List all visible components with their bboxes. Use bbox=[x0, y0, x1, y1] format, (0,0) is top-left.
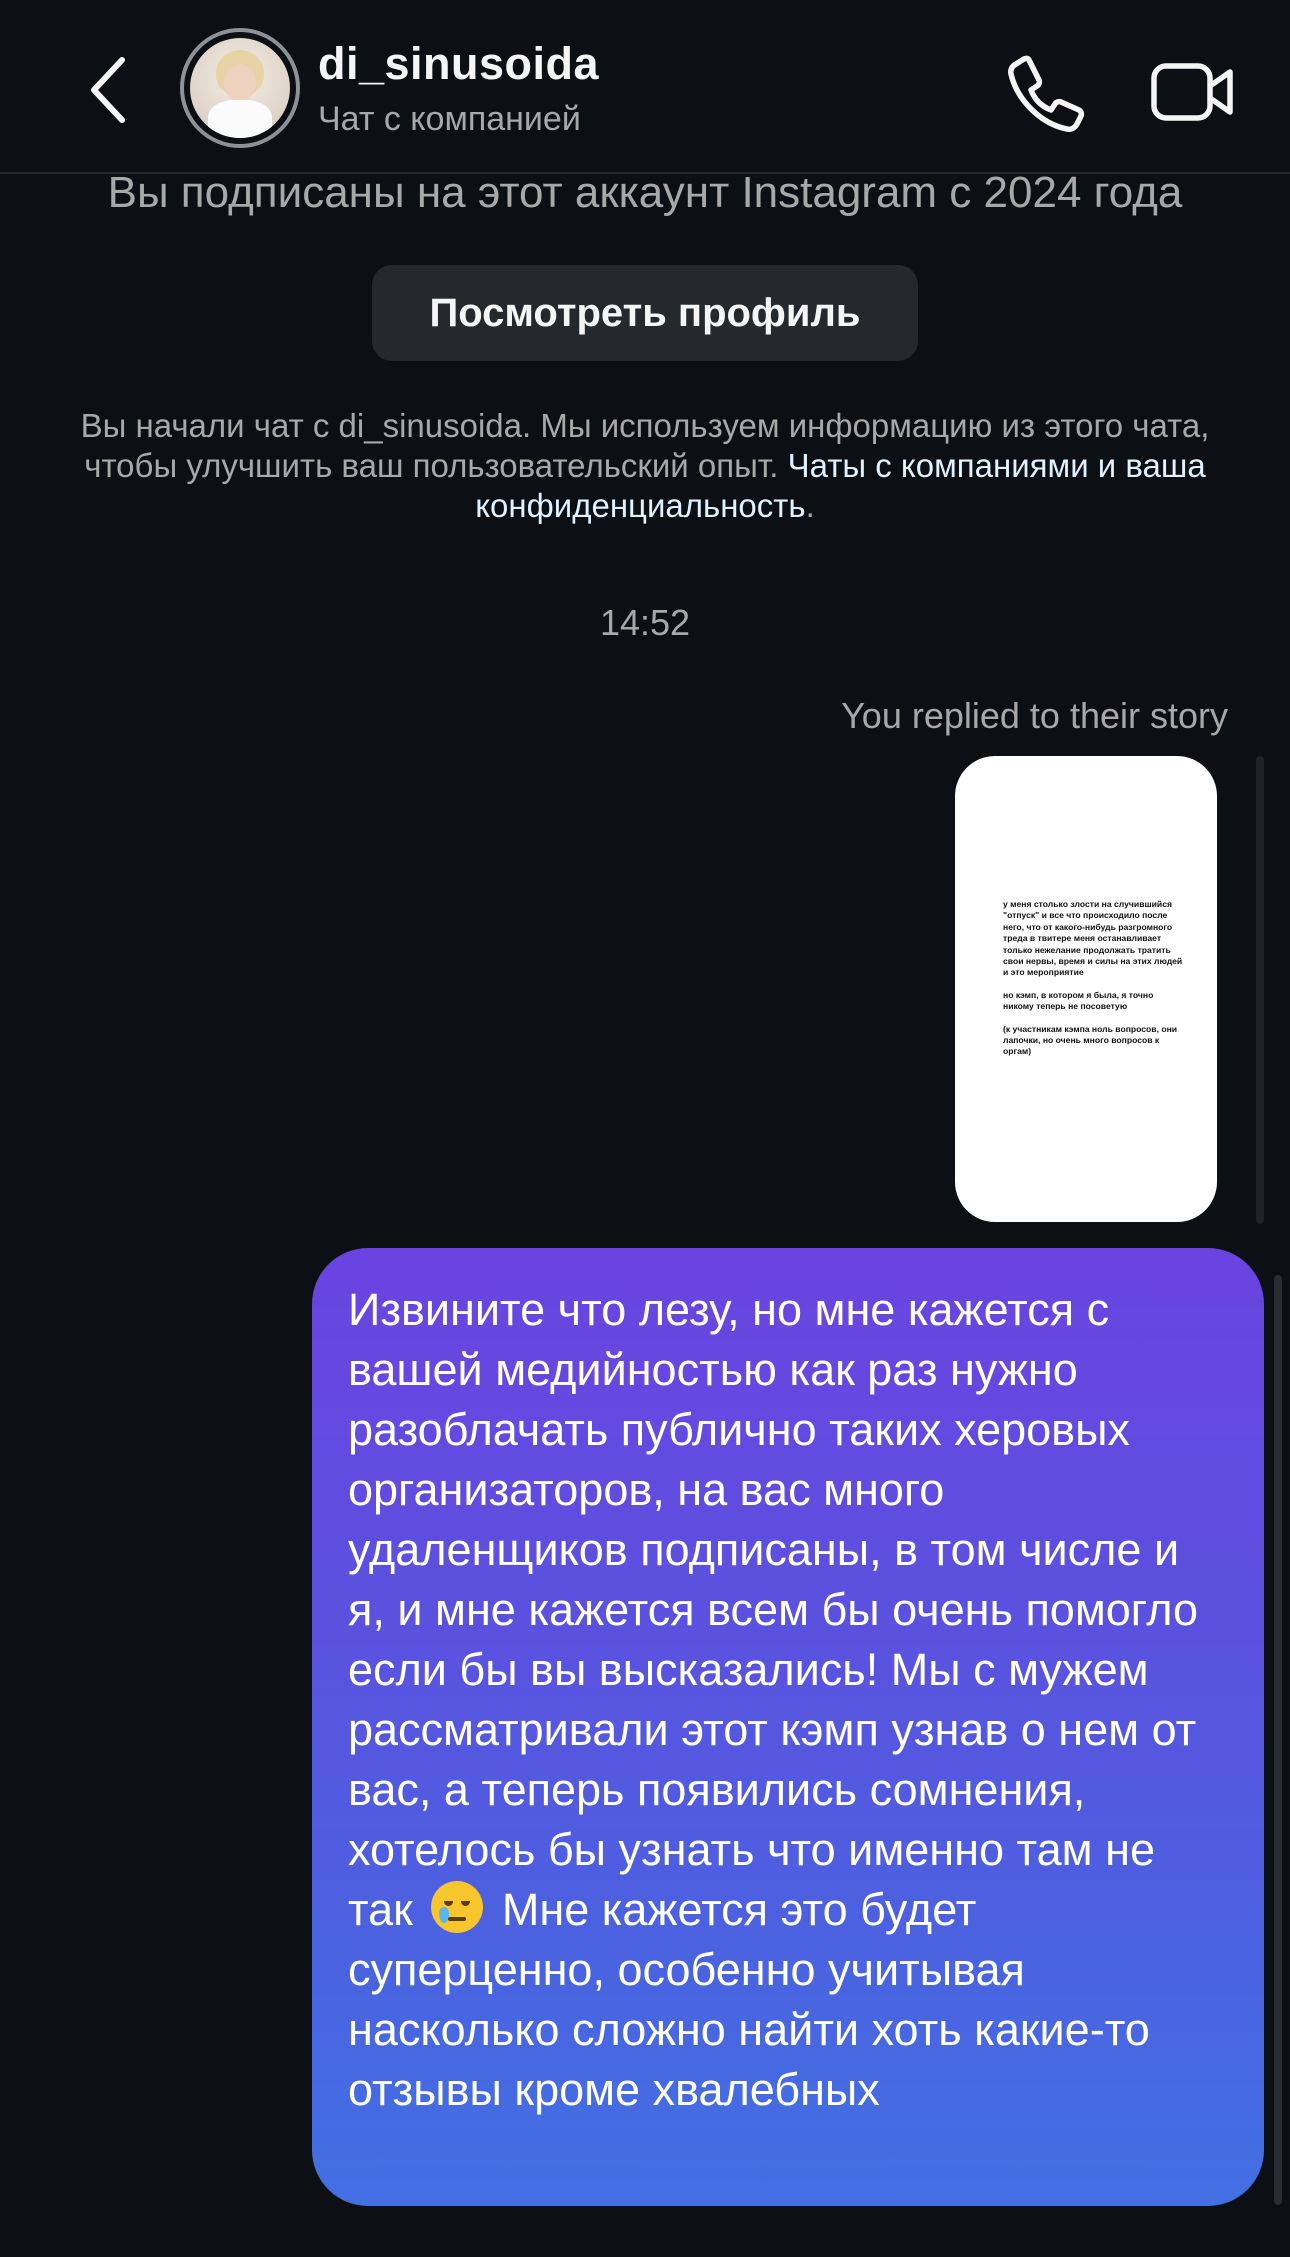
story-preview[interactable]: у меня столько злости на случившийся "от… bbox=[955, 756, 1217, 1222]
business-chat-info: Вы начали чат с di_sinusoida. Мы использ… bbox=[30, 406, 1260, 526]
follow-note: Вы подписаны на этот аккаунт Instagram с… bbox=[107, 168, 1183, 217]
story-line: у меня столько злости на случившийся "от… bbox=[1003, 899, 1183, 978]
view-profile-button[interactable]: Посмотреть профиль bbox=[372, 265, 918, 361]
story-line: но кэмп, в котором я была, я точно ником… bbox=[1003, 989, 1154, 1012]
chat-subtitle: Чат с компанией bbox=[318, 100, 581, 138]
scrollbar[interactable] bbox=[1256, 756, 1264, 1224]
call-button[interactable] bbox=[1005, 52, 1085, 132]
story-text: у меня столько злости на случившийся "от… bbox=[1003, 899, 1183, 1069]
avatar[interactable] bbox=[180, 28, 300, 148]
message-timestamp: 14:52 bbox=[599, 602, 691, 643]
message-text: Извините что лезу, но мне кажется с ваше… bbox=[348, 1284, 1199, 1935]
crying-face-emoji-icon bbox=[431, 1881, 484, 1933]
back-button[interactable] bbox=[84, 50, 144, 130]
story-reply-label: You replied to their story bbox=[841, 695, 1228, 736]
info-end: . bbox=[805, 487, 815, 524]
chevron-left-icon bbox=[91, 57, 125, 123]
video-camera-icon bbox=[1151, 63, 1233, 121]
avatar-photo bbox=[190, 38, 290, 138]
message-bubble[interactable]: Извините что лезу, но мне кажется с ваше… bbox=[312, 1248, 1264, 2206]
video-call-button[interactable] bbox=[1150, 52, 1235, 132]
chat-username[interactable]: di_sinusoida bbox=[318, 38, 599, 90]
phone-icon bbox=[1008, 55, 1085, 132]
scrollbar[interactable] bbox=[1274, 1275, 1282, 2205]
chat-header: di_sinusoida Чат с компанией bbox=[0, 0, 1290, 174]
story-line: (к участникам кэмпа ноль вопросов, они л… bbox=[1003, 1023, 1178, 1057]
